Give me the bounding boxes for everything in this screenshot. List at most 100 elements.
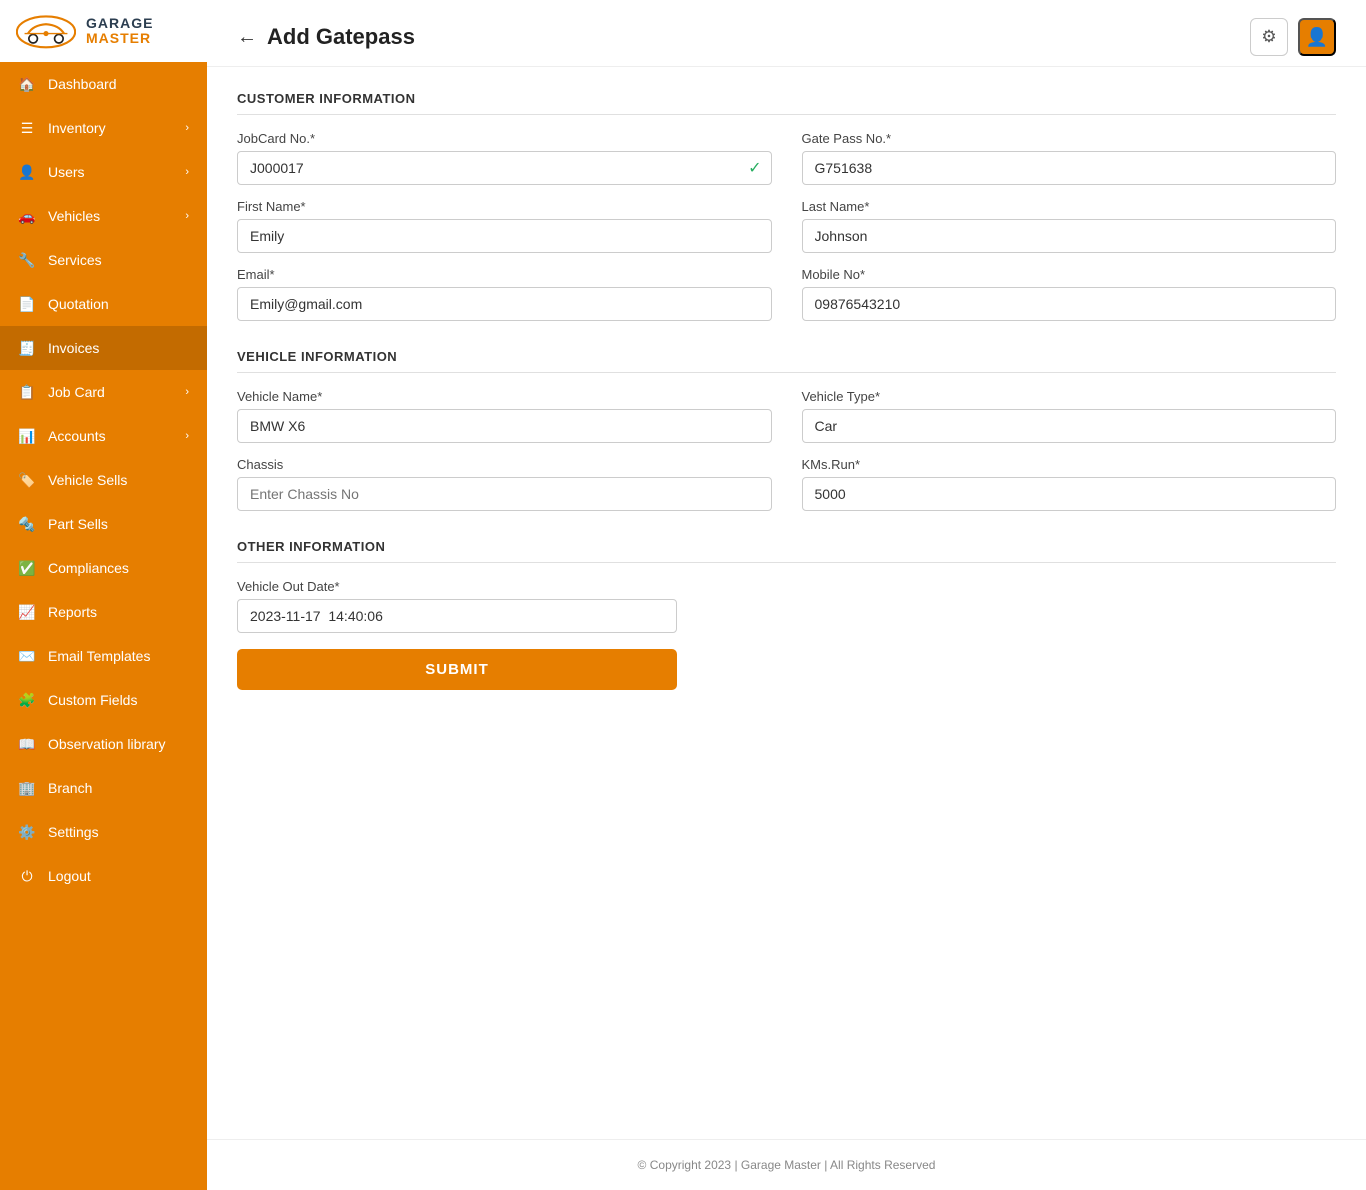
sidebar-label-vehicles: Vehicles: [48, 208, 100, 224]
jobcard-row: JobCard No.* ✓: [237, 131, 772, 185]
services-icon: 🔧: [18, 251, 36, 269]
email-label: Email*: [237, 267, 772, 282]
sidebar-label-inventory: Inventory: [48, 120, 106, 136]
sidebar-label-dashboard: Dashboard: [48, 76, 117, 92]
sidebar-item-partsells[interactable]: 🔩 Part Sells: [0, 502, 207, 546]
kmsrun-row: KMs.Run*: [802, 457, 1337, 511]
sidebar-item-accounts[interactable]: 📊 Accounts ›: [0, 414, 207, 458]
chassis-input[interactable]: [237, 477, 772, 511]
logo-garage: GARAGE: [86, 16, 153, 31]
footer-text: © Copyright 2023 | Garage Master | All R…: [638, 1158, 936, 1172]
kmsrun-label: KMs.Run*: [802, 457, 1337, 472]
sidebar-label-settings: Settings: [48, 824, 99, 840]
logout-icon: ⏻: [18, 867, 36, 885]
sidebar-item-invoices[interactable]: 🧾 Invoices: [0, 326, 207, 370]
sidebar-item-compliances[interactable]: ✅ Compliances: [0, 546, 207, 590]
sidebar-label-reports: Reports: [48, 604, 97, 620]
partsells-icon: 🔩: [18, 515, 36, 533]
sidebar-label-branch: Branch: [48, 780, 92, 796]
other-form-grid: Vehicle Out Date*: [237, 579, 677, 633]
sidebar-item-reports[interactable]: 📈 Reports: [0, 590, 207, 634]
sidebar-label-accounts: Accounts: [48, 428, 106, 444]
chevron-right-icon: ›: [185, 430, 189, 442]
jobcard-label: JobCard No.*: [237, 131, 772, 146]
jobcard-icon: 📋: [18, 383, 36, 401]
sidebar-label-users: Users: [48, 164, 85, 180]
reports-icon: 📈: [18, 603, 36, 621]
users-icon: 👤: [18, 163, 36, 181]
firstname-row: First Name*: [237, 199, 772, 253]
sidebar-label-customfields: Custom Fields: [48, 692, 137, 708]
sidebar-item-quotation[interactable]: 📄 Quotation: [0, 282, 207, 326]
sidebar-item-logout[interactable]: ⏻ Logout: [0, 854, 207, 898]
gatepass-input[interactable]: [802, 151, 1337, 185]
chevron-right-icon: ›: [185, 166, 189, 178]
emailtemplates-icon: ✉️: [18, 647, 36, 665]
sidebar-label-invoices: Invoices: [48, 340, 99, 356]
sidebar-item-users[interactable]: 👤 Users ›: [0, 150, 207, 194]
vehiclename-input[interactable]: [237, 409, 772, 443]
customer-information-section: CUSTOMER INFORMATION JobCard No.* ✓ Gate…: [237, 91, 1336, 321]
sidebar-label-quotation: Quotation: [48, 296, 109, 312]
mobile-label: Mobile No*: [802, 267, 1337, 282]
vehiclesells-icon: 🏷️: [18, 471, 36, 489]
sidebar-item-settings[interactable]: ⚙️ Settings: [0, 810, 207, 854]
sidebar-label-jobcard: Job Card: [48, 384, 105, 400]
lastname-row: Last Name*: [802, 199, 1337, 253]
sidebar-item-inventory[interactable]: ☰ Inventory ›: [0, 106, 207, 150]
customfields-icon: 🧩: [18, 691, 36, 709]
firstname-input[interactable]: [237, 219, 772, 253]
header-actions: ⚙ 👤: [1250, 18, 1336, 56]
form-area: CUSTOMER INFORMATION JobCard No.* ✓ Gate…: [207, 67, 1366, 1139]
vehicleoutdate-label: Vehicle Out Date*: [237, 579, 677, 594]
sidebar-label-logout: Logout: [48, 868, 91, 884]
user-button[interactable]: 👤: [1298, 18, 1336, 56]
vehicletype-row: Vehicle Type*: [802, 389, 1337, 443]
submit-button[interactable]: SUBMIT: [237, 649, 677, 690]
logo-text: GARAGE MASTER: [86, 16, 153, 47]
page-title: Add Gatepass: [267, 24, 415, 50]
sidebar-label-emailtemplates: Email Templates: [48, 648, 150, 664]
gatepass-label: Gate Pass No.*: [802, 131, 1337, 146]
sidebar-item-jobcard[interactable]: 📋 Job Card ›: [0, 370, 207, 414]
email-input[interactable]: [237, 287, 772, 321]
sidebar-item-vehiclesells[interactable]: 🏷️ Vehicle Sells: [0, 458, 207, 502]
sidebar-label-services: Services: [48, 252, 102, 268]
gear-icon: ⚙: [1261, 27, 1276, 47]
sidebar-item-customfields[interactable]: 🧩 Custom Fields: [0, 678, 207, 722]
chassis-label: Chassis: [237, 457, 772, 472]
invoices-icon: 🧾: [18, 339, 36, 357]
sidebar-item-services[interactable]: 🔧 Services: [0, 238, 207, 282]
accounts-icon: 📊: [18, 427, 36, 445]
chevron-right-icon: ›: [185, 386, 189, 398]
gatepass-row: Gate Pass No.*: [802, 131, 1337, 185]
footer: © Copyright 2023 | Garage Master | All R…: [207, 1139, 1366, 1190]
mobile-input[interactable]: [802, 287, 1337, 321]
page-header: ← Add Gatepass ⚙ 👤: [207, 0, 1366, 67]
sidebar-item-observationlibrary[interactable]: 📖 Observation library: [0, 722, 207, 766]
page-title-area: ← Add Gatepass: [237, 24, 415, 50]
chevron-right-icon: ›: [185, 210, 189, 222]
vehicletype-input[interactable]: [802, 409, 1337, 443]
sidebar-label-compliances: Compliances: [48, 560, 129, 576]
inventory-icon: ☰: [18, 119, 36, 137]
compliances-icon: ✅: [18, 559, 36, 577]
check-icon: ✓: [748, 158, 761, 178]
kmsrun-input[interactable]: [802, 477, 1337, 511]
sidebar-item-vehicles[interactable]: 🚗 Vehicles ›: [0, 194, 207, 238]
jobcard-input-wrapper: ✓: [237, 151, 772, 185]
sidebar-item-emailtemplates[interactable]: ✉️ Email Templates: [0, 634, 207, 678]
mobile-row: Mobile No*: [802, 267, 1337, 321]
vehicleoutdate-input[interactable]: [237, 599, 677, 633]
sidebar-item-branch[interactable]: 🏢 Branch: [0, 766, 207, 810]
lastname-input[interactable]: [802, 219, 1337, 253]
other-section-title: OTHER INFORMATION: [237, 539, 1336, 563]
firstname-label: First Name*: [237, 199, 772, 214]
vehicles-icon: 🚗: [18, 207, 36, 225]
jobcard-input[interactable]: [237, 151, 772, 185]
settings-button[interactable]: ⚙: [1250, 18, 1288, 56]
user-icon: 👤: [1306, 27, 1328, 48]
back-button[interactable]: ←: [237, 26, 257, 49]
sidebar-item-dashboard[interactable]: 🏠 Dashboard: [0, 62, 207, 106]
vehicletype-label: Vehicle Type*: [802, 389, 1337, 404]
